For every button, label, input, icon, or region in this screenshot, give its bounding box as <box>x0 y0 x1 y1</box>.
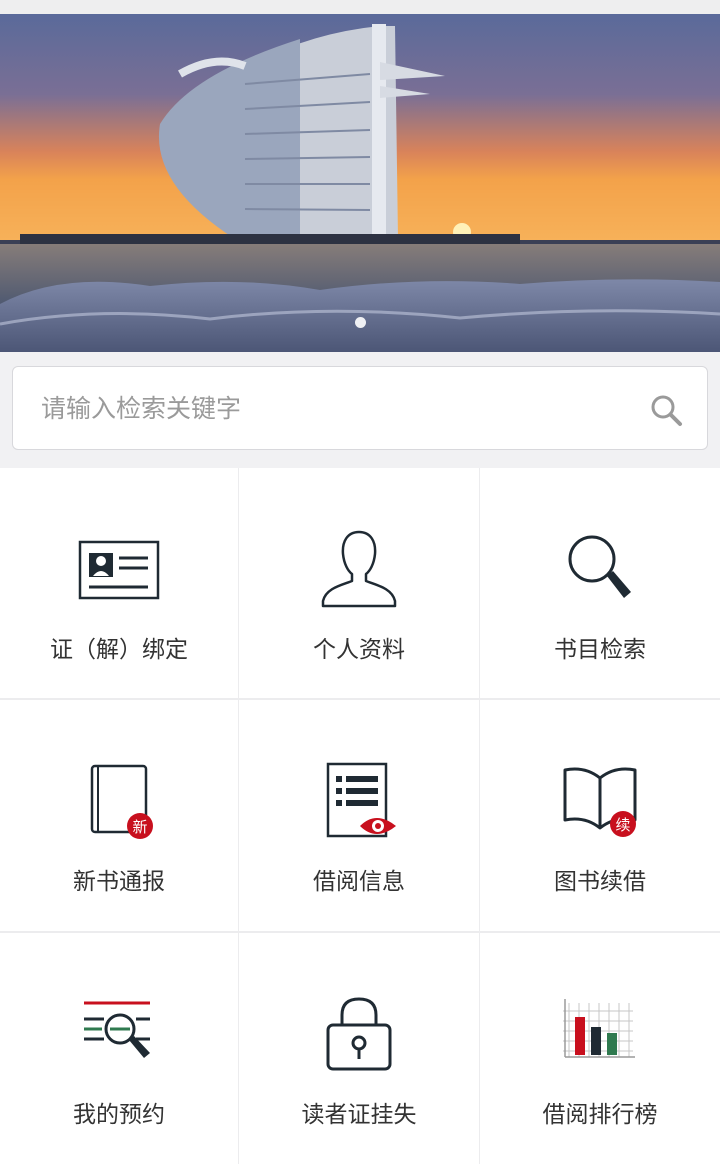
menu-label: 我的预约 <box>73 1102 165 1128</box>
banner-carousel[interactable] <box>0 14 720 352</box>
padlock-icon <box>326 997 392 1071</box>
badge-text: 新 <box>132 818 147 836</box>
menu-item-card-binding[interactable]: 证（解）绑定 <box>0 468 238 698</box>
menu-item-borrow-info[interactable]: 借阅信息 <box>239 700 479 931</box>
search-input[interactable] <box>41 367 621 449</box>
top-strip <box>0 0 720 14</box>
menu-label: 书目检索 <box>554 637 646 663</box>
magnifier-icon <box>568 535 631 598</box>
menu-item-ranking[interactable]: 借阅排行榜 <box>480 933 720 1164</box>
menu-label: 证（解）绑定 <box>50 637 188 663</box>
menu-label: 读者证挂失 <box>301 1102 417 1128</box>
menu-item-report-loss[interactable]: 读者证挂失 <box>239 933 479 1164</box>
menu-label: 借阅排行榜 <box>542 1102 658 1128</box>
menu-item-reservation[interactable]: 我的预约 <box>0 933 238 1164</box>
menu-label: 新书通报 <box>73 869 165 895</box>
menu-item-new-books[interactable]: 新 新书通报 <box>0 700 238 931</box>
reservation-search-icon <box>84 1001 150 1058</box>
search-icon[interactable] <box>649 393 683 427</box>
menu-item-profile[interactable]: 个人资料 <box>239 468 479 698</box>
new-book-icon: 新 <box>90 764 153 839</box>
banner-image <box>0 14 720 352</box>
person-icon <box>321 530 397 608</box>
menu-label: 个人资料 <box>313 637 405 663</box>
menu-label: 借阅信息 <box>313 869 405 895</box>
bar-chart-icon <box>563 999 635 1058</box>
search-section <box>0 352 720 468</box>
menu-label: 图书续借 <box>554 869 646 895</box>
badge-text: 续 <box>615 816 630 834</box>
menu-item-catalog-search[interactable]: 书目检索 <box>480 468 720 698</box>
open-book-icon: 续 <box>563 767 637 837</box>
search-box <box>12 366 708 450</box>
function-grid: 证（解）绑定 个人资料 书目检索 新 新书通报 借阅信息 续 图书续借 我的预约… <box>0 468 720 1164</box>
menu-item-renew[interactable]: 续 图书续借 <box>480 700 720 931</box>
list-eye-icon <box>326 762 396 838</box>
carousel-dot[interactable] <box>354 317 366 328</box>
id-card-icon <box>78 540 160 600</box>
